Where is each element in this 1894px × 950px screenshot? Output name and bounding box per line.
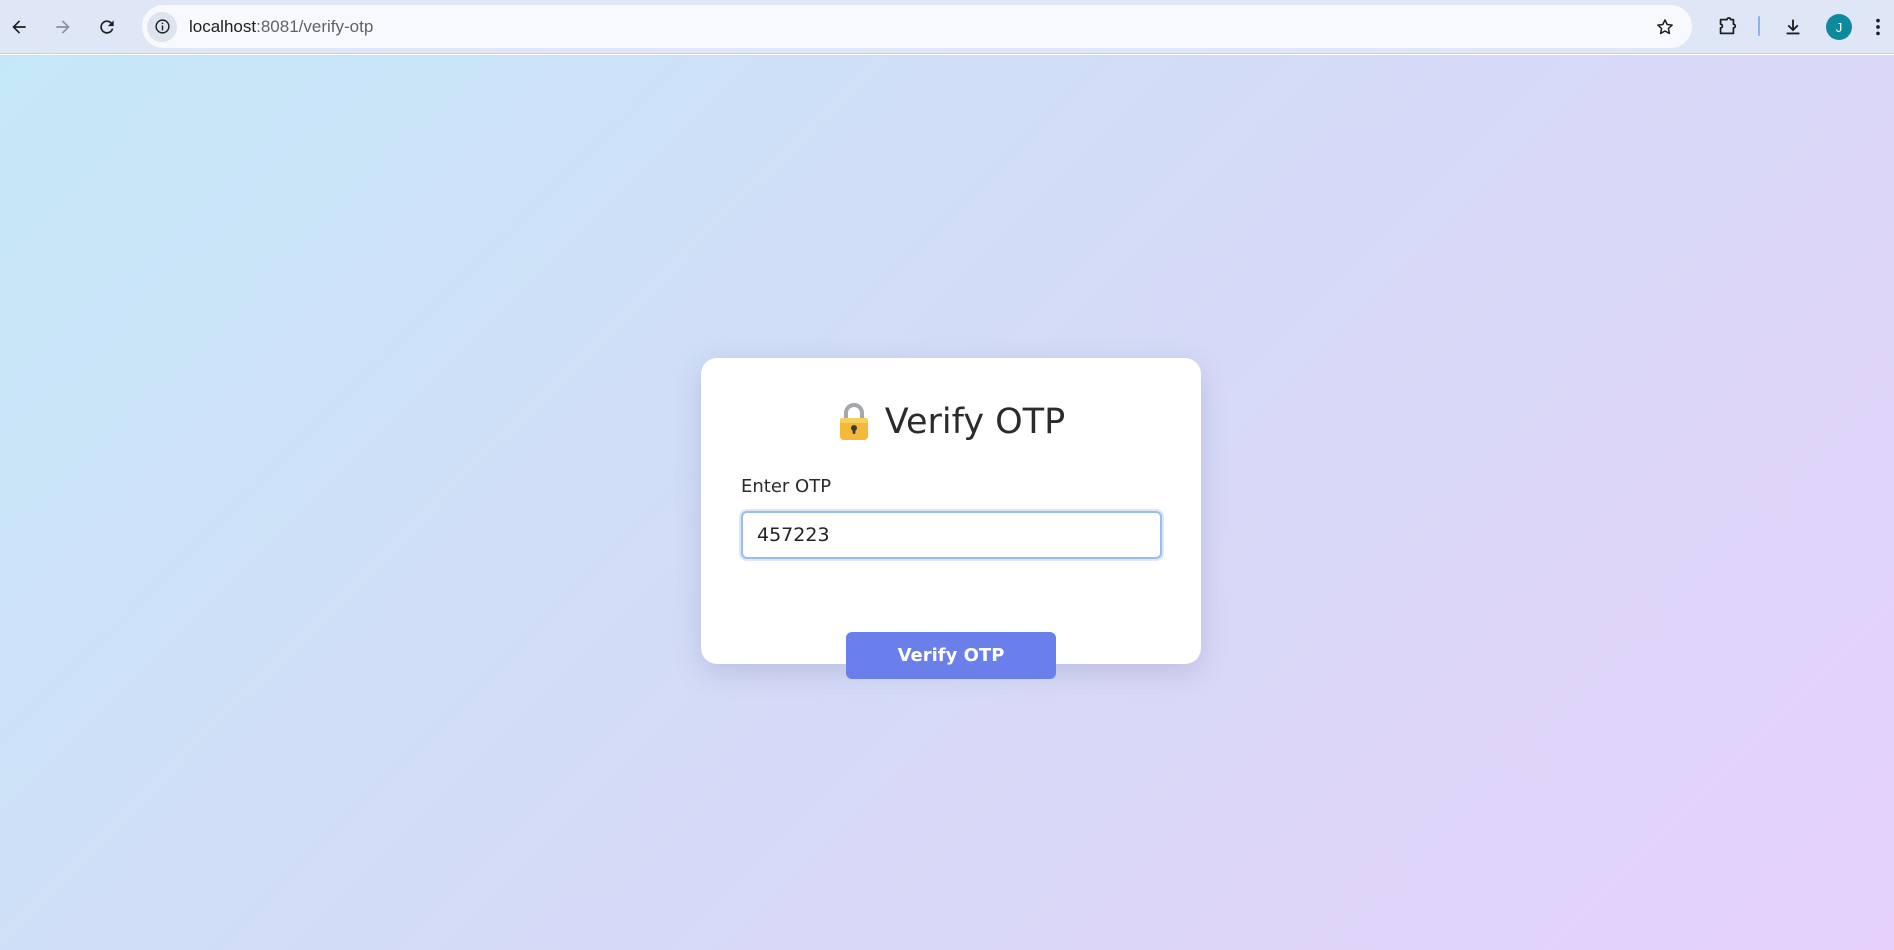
info-icon <box>154 19 170 34</box>
address-bar[interactable]: localhost:8081/verify-otp <box>142 5 1692 48</box>
otp-card: Verify OTP Enter OTP Verify OTP <box>701 358 1201 679</box>
extensions-button[interactable] <box>1709 9 1745 45</box>
lock-icon <box>839 403 868 440</box>
arrow-left-icon <box>12 20 26 34</box>
site-info-button[interactable] <box>147 11 177 42</box>
profile-avatar[interactable]: J <box>1826 14 1852 40</box>
url-path: :8081/verify-otp <box>256 16 374 36</box>
url-host: localhost <box>189 16 257 36</box>
puzzle-icon <box>1719 16 1737 35</box>
card-header: Verify OTP <box>701 400 1201 444</box>
url-text[interactable]: localhost:8081/verify-otp <box>189 17 373 37</box>
page-title: Verify OTP <box>884 402 1066 442</box>
otp-label: Enter OTP <box>741 476 832 497</box>
kebab-menu-icon <box>1876 18 1880 36</box>
reload-icon <box>100 20 114 34</box>
star-icon <box>1657 19 1673 35</box>
browser-menu-button[interactable] <box>1866 9 1890 45</box>
page-background: Verify OTP Enter OTP Verify OTP <box>0 55 1894 950</box>
verify-otp-button[interactable]: Verify OTP <box>846 632 1056 679</box>
forward-button[interactable] <box>45 9 81 45</box>
downloads-button[interactable] <box>1775 9 1811 45</box>
back-button[interactable] <box>1 9 37 45</box>
otp-input[interactable] <box>741 511 1162 559</box>
download-icon <box>1786 19 1800 35</box>
browser-toolbar: localhost:8081/verify-otp J <box>0 0 1894 54</box>
reload-button[interactable] <box>89 9 125 45</box>
toolbar-separator <box>1758 16 1760 36</box>
bookmark-button[interactable] <box>1654 16 1676 38</box>
arrow-right-icon <box>56 20 70 34</box>
